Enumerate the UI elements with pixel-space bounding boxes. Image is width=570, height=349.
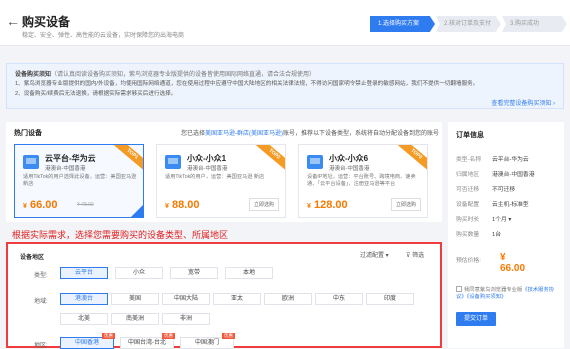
zone-option[interactable]: 中国澳门 优惠	[180, 333, 235, 349]
filter-button[interactable]: ⊽ 筛选	[406, 250, 424, 259]
type-option[interactable]: 宽带	[170, 267, 218, 279]
device-location: 港澳台-中国香港	[329, 166, 370, 172]
purchase-notice: 设备购买须知（请认真阅读设备购买须知，紫鸟浏览器专业版提供的设备皆使用国际网络直…	[6, 63, 564, 109]
region-option[interactable]: 美国	[111, 293, 159, 305]
checkbox-icon[interactable]	[456, 286, 462, 292]
device-price: ¥ 66.00	[23, 199, 58, 211]
device-filter-panel: 设备地区 过滤配置 ▾ ⊽ 筛选 类型: 云平台 小众 宽带 本地 地域: 港澳…	[6, 242, 442, 349]
account-hint: 您已选择美国亚马逊-群店(美国亚马逊)账号，推荐以下设备类型，系统将自动分配设备…	[181, 131, 440, 137]
device-card-3[interactable]: TOP3 小众-小众6 港澳台-中国香港 设备IP地址，运营：平台账号、跨境电商…	[298, 144, 428, 218]
buy-now-button[interactable]: 立即选购	[248, 198, 279, 211]
device-icon	[307, 155, 323, 169]
device-price: ¥ 88.00	[165, 199, 200, 211]
filter-title: 设备地区	[20, 255, 45, 261]
device-price: ¥ 128.00	[307, 199, 348, 211]
full-notice-link[interactable]: 查看完整设备购买须知 ›	[491, 98, 555, 107]
type-option[interactable]: 云平台	[60, 267, 108, 279]
filter-config-dropdown[interactable]: 过滤配置 ▾	[360, 250, 389, 259]
discount-tag: 优惠	[222, 333, 235, 339]
rank-badge: TOP2	[251, 145, 285, 175]
order-info-panel: 订单信息 类型-名称 云平台-华为云 归属地区 港澳台-中国香港 可否迁移 不可迁移 …	[448, 122, 564, 348]
arrow-left-icon[interactable]: ←	[6, 14, 20, 28]
device-location: 港澳台-中国香港	[45, 166, 86, 172]
region-option[interactable]: 非洲	[162, 313, 210, 325]
region-option[interactable]: 北美	[60, 313, 108, 325]
rank-badge: TOP1	[109, 145, 143, 175]
rank-badge: TOP3	[393, 145, 427, 175]
region-option[interactable]: 亚太	[213, 293, 261, 305]
page-header: ← 购买设备 稳定、安全、弹性、高性能的云设备，实时保障您的出海电商 1.选择购…	[0, 0, 570, 46]
region-option[interactable]: 中东	[315, 293, 363, 305]
zone-option[interactable]: 中国台湾-台北 优惠	[120, 333, 175, 349]
region-label: 地域:	[34, 299, 48, 305]
device-name: 小众-小众6	[329, 154, 369, 163]
buy-now-button[interactable]: 立即选购	[390, 198, 421, 211]
estimated-price: 预估价格: ¥ 66.00	[456, 252, 526, 274]
filter-icon: ⊽	[406, 253, 411, 259]
device-desc: 适用TikTok的用户选择此设备，运营：美国亚马逊 新店	[23, 174, 137, 187]
region-option[interactable]: 港澳台	[60, 293, 108, 305]
type-option[interactable]: 小众	[115, 267, 163, 279]
step-1: 1.选择购买方案	[370, 16, 435, 32]
account-link[interactable]: 美国亚马逊-群店(美国亚马逊)	[205, 131, 283, 137]
device-name: 云平台-华为云	[45, 154, 96, 163]
device-desc: 设备IP地址，运营：平台账号、跨境电商、速卖通、「云平台设备」，注册亚马逊等平台	[307, 174, 416, 187]
type-option[interactable]: 本地	[225, 267, 273, 279]
device-icon	[23, 155, 39, 169]
discount-tag: 优惠	[102, 333, 115, 339]
step-3: 3.购买成功	[502, 16, 567, 32]
instruction-annotation: 根据实际需求，选择您需要购买的设备类型、所属地区	[12, 230, 229, 240]
original-price: ¥ 78.00	[77, 202, 94, 208]
hot-devices-panel: 热门设备 您已选择美国亚马逊-群店(美国亚马逊)账号，推荐以下设备类型，系统将自…	[6, 122, 442, 222]
notice-line-2: 2、设备购买/续费后无法退换，请根据实际需求够买后进行选择。	[15, 91, 177, 97]
step-2: 2.核对订单及支付	[436, 16, 501, 32]
device-card-1[interactable]: TOP1 云平台-华为云 港澳台-中国香港 适用TikTok的用户选择此设备，运…	[14, 144, 144, 218]
region-option[interactable]: 印度	[366, 293, 414, 305]
agreement-checkbox[interactable]: 我同意紫鸟浏览器专业版《技术服务协议》《设备购买须知》	[456, 286, 560, 301]
region-option[interactable]: 中国大陆	[162, 293, 210, 305]
submit-order-button[interactable]: 提交订单	[456, 312, 496, 326]
device-location: 港澳台-中国香港	[187, 166, 228, 172]
region-option[interactable]: 南美洲	[111, 313, 159, 325]
device-name: 小众-小众1	[187, 154, 227, 163]
page-title: 购买设备	[22, 15, 71, 29]
hot-devices-title: 热门设备	[14, 130, 42, 137]
order-info-title: 订单信息	[456, 132, 484, 139]
device-icon	[165, 155, 181, 169]
device-card-2[interactable]: TOP2 小众-小众1 港澳台-中国香港 适用TikTok的用户，运营：美国亚马…	[156, 144, 286, 218]
region-option[interactable]: 欧洲	[264, 293, 312, 305]
page-subtitle: 稳定、安全、弹性、高性能的云设备，实时保障您的出海电商	[22, 33, 185, 39]
notice-title: 设备购买须知（请认真阅读设备购买须知，紫鸟浏览器专业版提供的设备皆使用国际网络直…	[15, 72, 316, 78]
notice-line-1: 1、紫鸟浏览器专业版提供的国内/外设备，均使用国际网络通道，您在使用过程中应遵守…	[15, 81, 479, 87]
device-desc: 适用TikTok的用户，运营：美国亚马逊 新店	[165, 174, 265, 180]
step-indicator: 1.选择购买方案 2.核对订单及支付 3.购买成功	[370, 16, 568, 32]
discount-tag: 优惠	[162, 333, 175, 339]
type-label: 类型:	[34, 273, 48, 279]
selected-check-icon	[131, 205, 143, 217]
zone-option[interactable]: 中国香港 优惠	[60, 333, 115, 349]
